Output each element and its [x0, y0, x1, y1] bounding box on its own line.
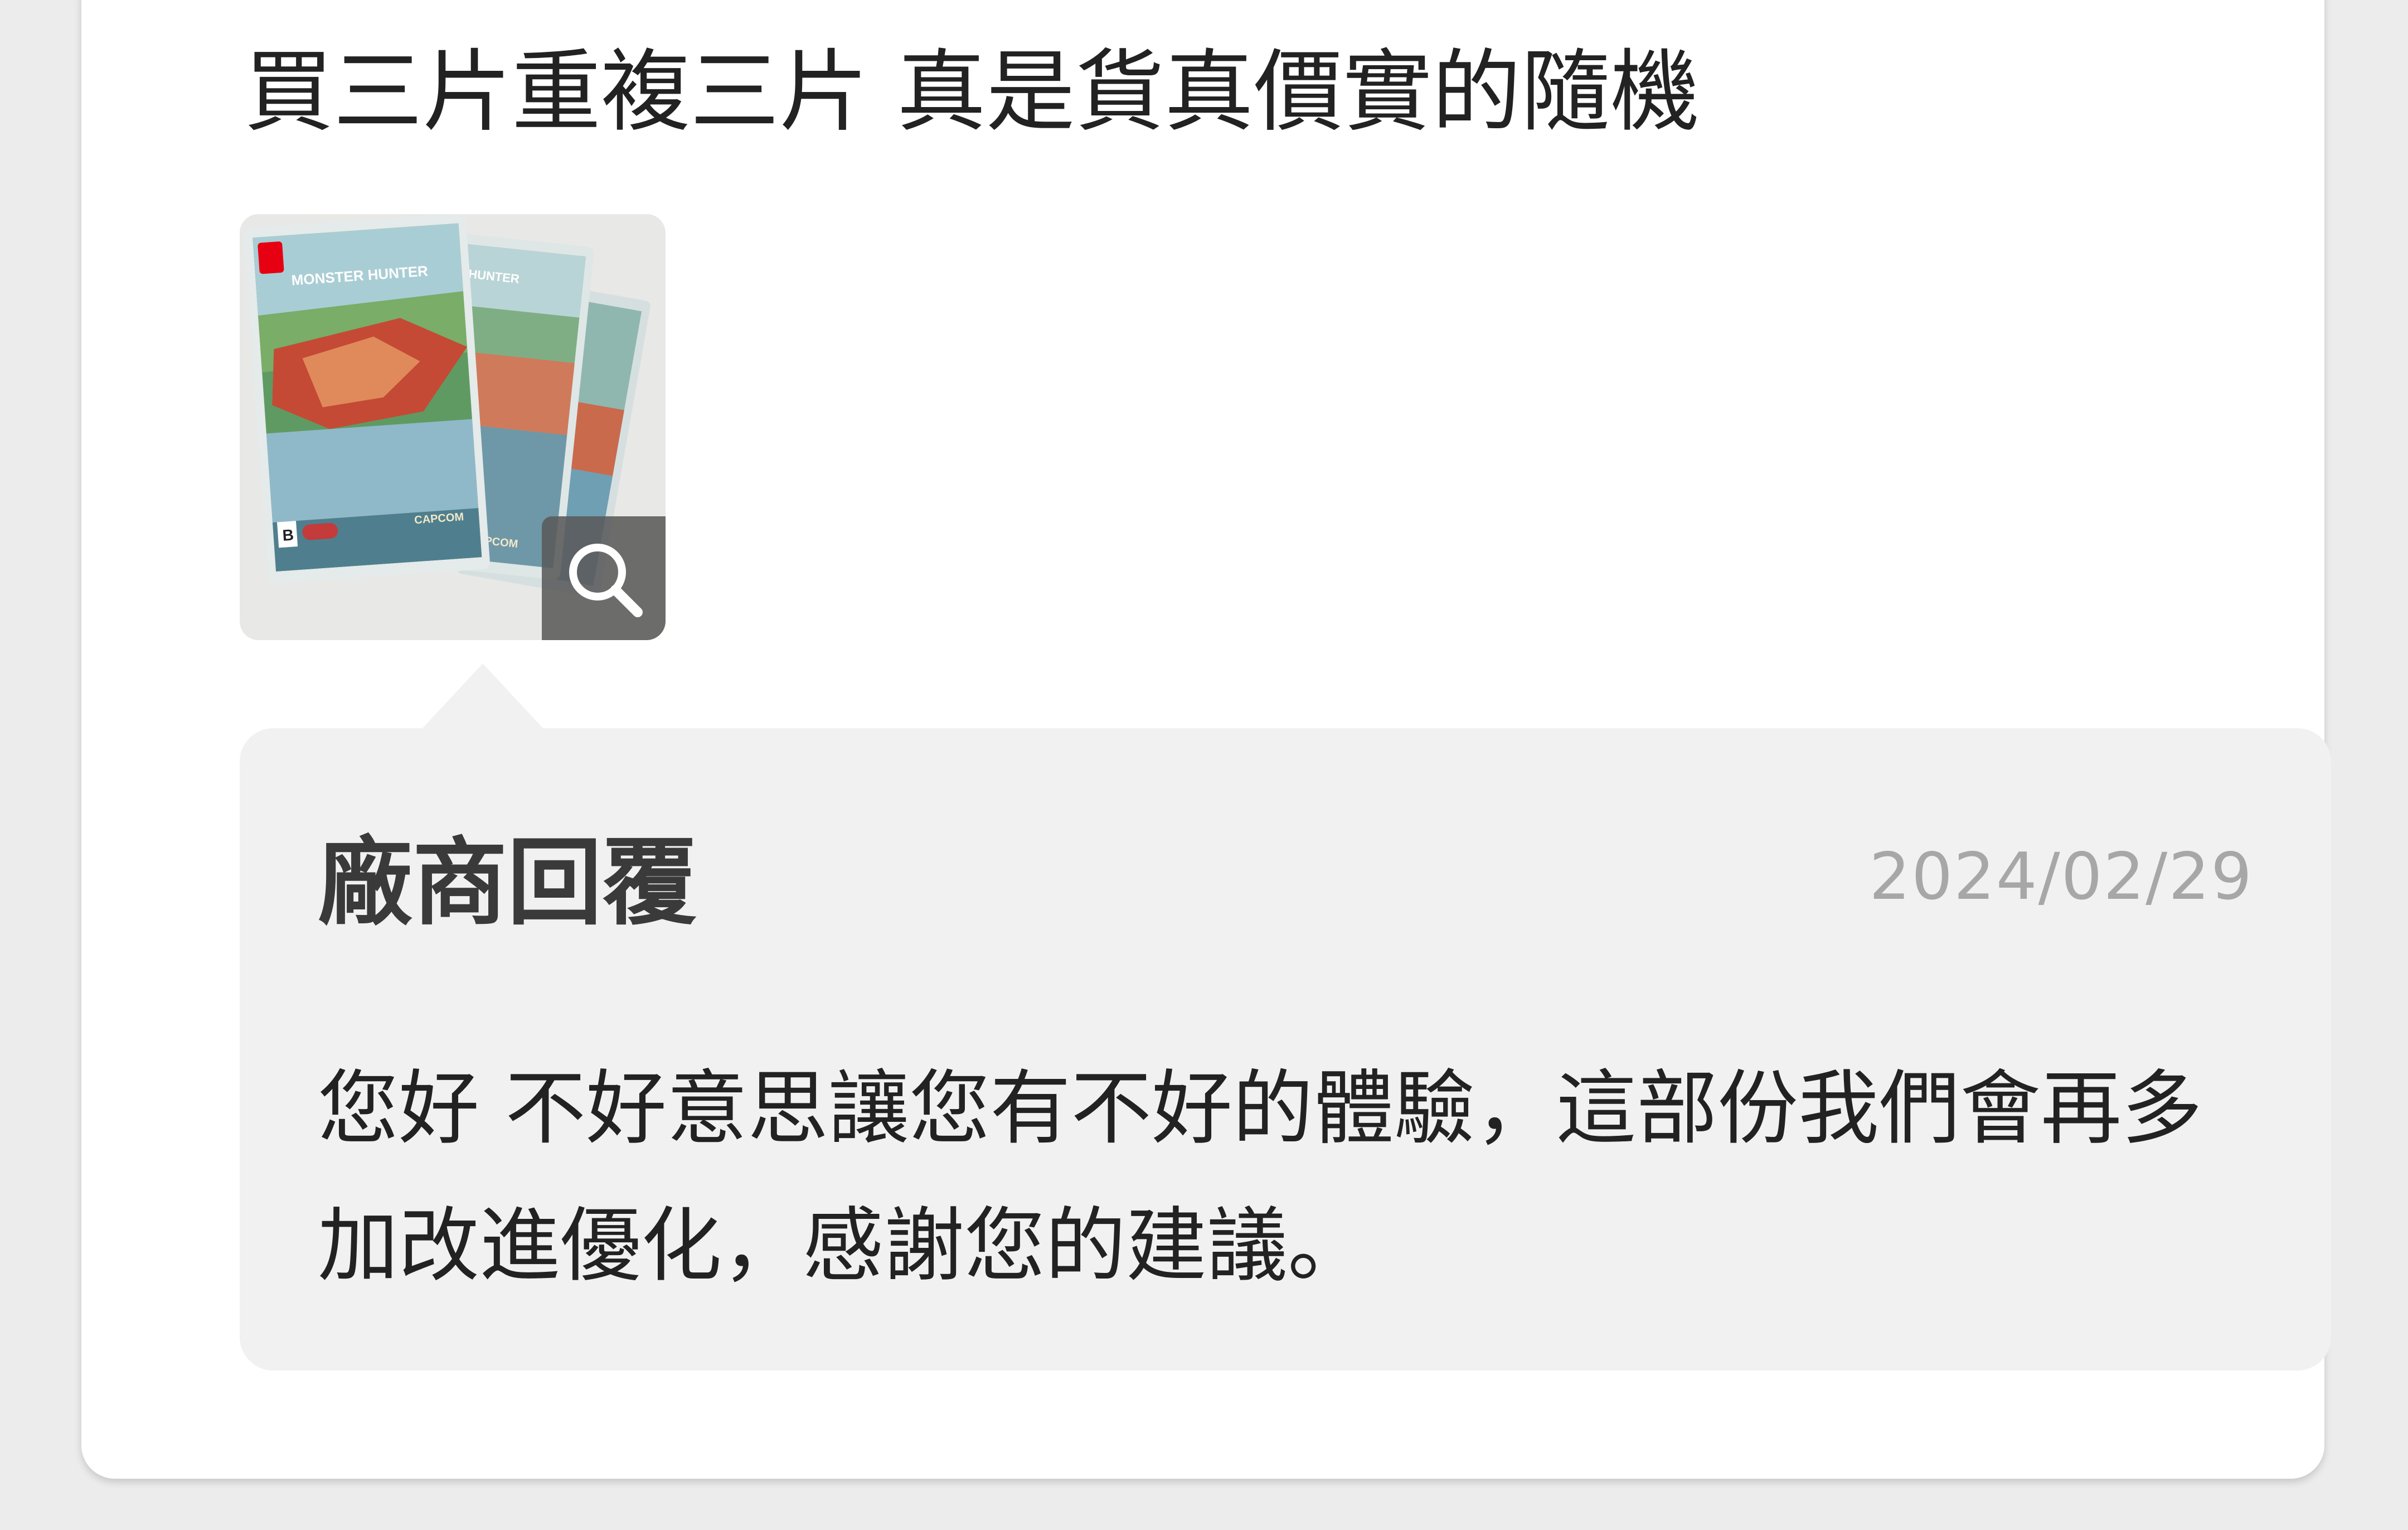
vendor-reply-title: 廠商回覆	[318, 828, 697, 938]
rating-badge: B	[282, 526, 294, 544]
review-photo-thumbnail[interactable]: HUNTER CAPCOM MONSTER HUNTER B CAPCOM	[240, 214, 666, 640]
magnifier-icon	[569, 544, 643, 617]
vendor-reply-body: 您好 不好意思讓您有不好的體驗，這部份我們會再多加改進優化，感謝您的建議。	[318, 1062, 2203, 1293]
reply-pointer	[421, 664, 544, 729]
review-text: 買三片重複三片 真是貨真價實的隨機	[244, 40, 1700, 144]
zoom-button[interactable]	[542, 516, 666, 640]
vendor-reply-date: 2024/02/29	[1869, 839, 2253, 914]
review-card: 買三片重複三片 真是貨真價實的隨機 HUNTER CAPCOM MONSTER …	[81, 0, 2331, 1479]
vendor-reply-box: 廠商回覆 2024/02/29 您好 不好意思讓您有不好的體驗，這部份我們會再多…	[240, 728, 2331, 1371]
game-case-front: MONSTER HUNTER B CAPCOM	[244, 214, 490, 584]
